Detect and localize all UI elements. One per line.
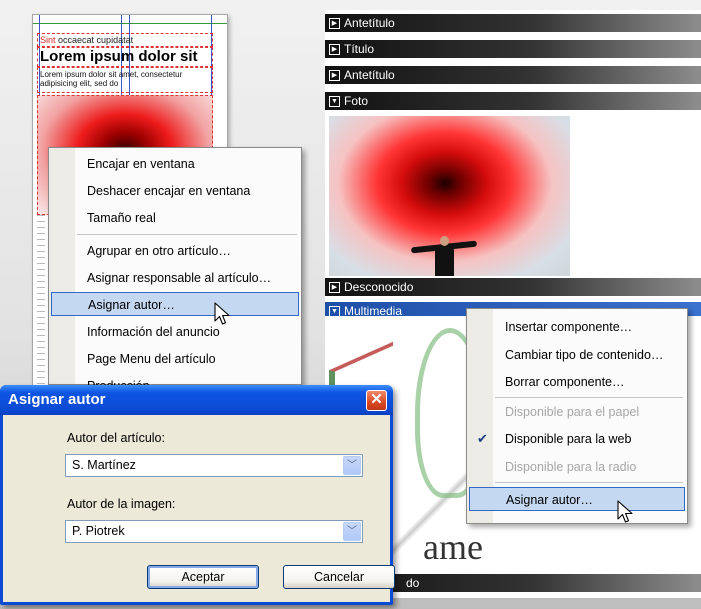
- section-titulo[interactable]: ▶ Título: [325, 40, 701, 58]
- image-author-select-value: P. Piotrek: [72, 524, 125, 538]
- section-antetitulo-2[interactable]: ▶ Antetítulo: [325, 66, 701, 84]
- kicker-red-text: Sint: [40, 35, 56, 45]
- expand-triangle-icon[interactable]: ▶: [329, 69, 340, 81]
- menu-item-available-paper: Disponible para el papel: [505, 405, 640, 419]
- kicker-frame[interactable]: Sint occaecat cupidatat: [37, 33, 213, 47]
- menu-item-delete-component[interactable]: Borrar componente…: [469, 370, 685, 394]
- ok-button[interactable]: Aceptar: [147, 565, 259, 589]
- collapse-triangle-icon[interactable]: ▼: [329, 305, 340, 317]
- kicker-text: occaecat cupidatat: [58, 35, 134, 45]
- checkmark-icon: ✔: [477, 431, 488, 446]
- section-label: do: [406, 576, 420, 590]
- menu-item-assign-author[interactable]: Asignar autor…: [51, 292, 299, 316]
- author-select[interactable]: S. Martínez ﹀: [65, 454, 363, 477]
- expand-triangle-icon[interactable]: ▶: [329, 43, 340, 55]
- section-label: Desconocido: [344, 280, 414, 294]
- headline-frame[interactable]: Lorem ipsum dolor sit: [37, 47, 213, 67]
- collapse-triangle-icon[interactable]: ▼: [329, 95, 340, 107]
- mouse-pointer-icon: [214, 302, 230, 325]
- chevron-down-icon[interactable]: ﹀: [343, 456, 361, 475]
- section-label: Título: [344, 42, 375, 56]
- horizontal-guide: [33, 23, 227, 24]
- menu-item-available-web[interactable]: ✔ Disponible para la web: [469, 427, 685, 451]
- dialog-body: Autor del artículo: S. Martínez ﹀ Autor …: [3, 415, 395, 602]
- close-button[interactable]: ✕: [366, 390, 387, 411]
- menu-item-actual-size[interactable]: Tamaño real: [51, 206, 299, 230]
- dialog-titlebar[interactable]: Asignar autor ✕: [0, 385, 393, 415]
- person-figure: [410, 236, 478, 276]
- menu-item-group-article[interactable]: Agrupar en otro artículo…: [51, 239, 299, 263]
- author-select-value: S. Martínez: [72, 458, 136, 472]
- menu-separator: [77, 234, 297, 235]
- section-label: Antetítulo: [344, 16, 395, 30]
- body-text-frame[interactable]: Lorem ipsum dolor sit amet, consectetur …: [37, 67, 213, 93]
- menu-item-insert-component[interactable]: Insertar componente…: [469, 315, 685, 339]
- dialog-title: Asignar autor: [8, 391, 106, 408]
- expand-triangle-icon[interactable]: ▶: [329, 17, 340, 29]
- menu-item-fit-window[interactable]: Encajar en ventana: [51, 152, 299, 176]
- section-label: Foto: [344, 94, 369, 108]
- menu-item-available-radio: Disponible para la radio: [505, 460, 637, 474]
- image-author-label: Autor de la imagen:: [67, 497, 176, 511]
- mouse-pointer-icon: [617, 500, 633, 523]
- photo-image[interactable]: [329, 116, 570, 276]
- expand-triangle-icon[interactable]: ▶: [329, 281, 340, 293]
- multimedia-caption-text: ame: [423, 527, 483, 567]
- menu-item-label: Disponible para la web: [505, 432, 632, 446]
- menu-item-page-menu[interactable]: Page Menu del artículo: [51, 347, 299, 371]
- cancel-button[interactable]: Cancelar: [283, 565, 395, 589]
- image-context-menu: Encajar en ventana Deshacer encajar en v…: [48, 147, 302, 393]
- author-label: Autor del artículo:: [67, 431, 165, 445]
- menu-item-ad-info[interactable]: Información del anuncio: [51, 320, 299, 344]
- section-label: Antetítulo: [344, 68, 395, 82]
- menu-item-change-content-type[interactable]: Cambiar tipo de contenido…: [469, 343, 685, 367]
- component-context-menu: Insertar componente… Cambiar tipo de con…: [466, 308, 688, 524]
- assign-author-dialog: Asignar autor ✕ Autor del artículo: S. M…: [0, 385, 395, 605]
- section-antetitulo[interactable]: ▶ Antetítulo: [325, 14, 701, 32]
- menu-item-assign-author-component[interactable]: Asignar autor…: [469, 487, 685, 511]
- section-foto[interactable]: ▼ Foto: [325, 92, 701, 110]
- image-author-select[interactable]: P. Piotrek ﹀: [65, 520, 363, 543]
- menu-item-assign-owner[interactable]: Asignar responsable al artículo…: [51, 266, 299, 290]
- menu-item-undo-fit[interactable]: Deshacer encajar en ventana: [51, 179, 299, 203]
- menu-separator: [495, 397, 683, 398]
- section-desconocido[interactable]: ▶ Desconocido: [325, 278, 701, 296]
- close-icon: ✕: [370, 391, 383, 408]
- menu-separator: [495, 482, 683, 483]
- chevron-down-icon[interactable]: ﹀: [343, 522, 361, 541]
